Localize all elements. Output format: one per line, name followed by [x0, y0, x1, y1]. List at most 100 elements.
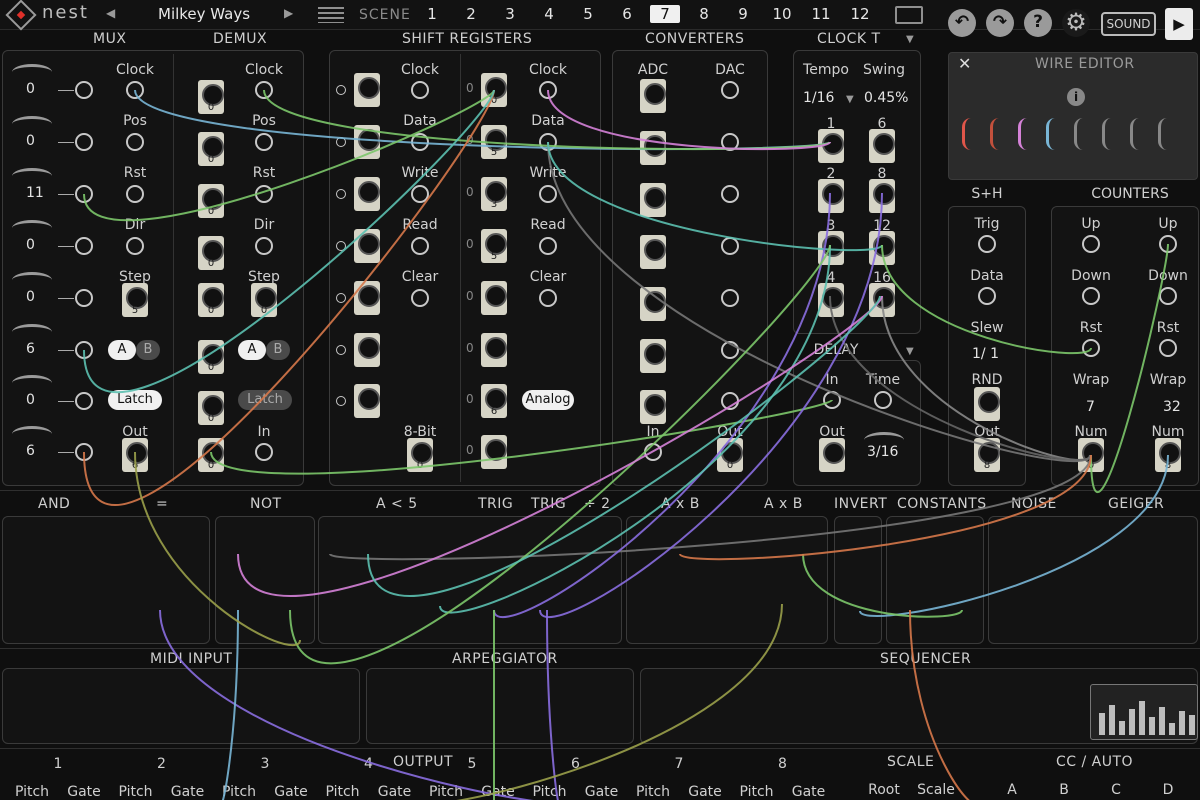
undo-icon[interactable]: ↶ — [948, 9, 976, 37]
scene-button-3[interactable]: 3 — [495, 5, 525, 23]
mux-input-port[interactable] — [75, 81, 93, 99]
mux-port[interactable] — [126, 81, 144, 99]
shift-port-right[interactable] — [539, 237, 557, 255]
wire-color-swatch[interactable] — [1074, 118, 1092, 150]
sh-trig-port[interactable] — [978, 235, 996, 253]
shift-jack-right[interactable]: 5 — [481, 125, 507, 159]
demux-output-jack[interactable]: 0 — [198, 132, 224, 166]
delay-in-port[interactable] — [823, 391, 841, 409]
mux-input-port[interactable] — [75, 237, 93, 255]
sh-data-port[interactable] — [978, 287, 996, 305]
scene-button-11[interactable]: 11 — [806, 5, 836, 23]
counter-wrap-value[interactable]: 7 — [1086, 399, 1095, 415]
dac-port[interactable] — [721, 133, 739, 151]
sequencer-bar[interactable] — [1189, 715, 1195, 735]
scene-button-10[interactable]: 10 — [767, 5, 797, 23]
settings-gear-icon[interactable]: ⚙ — [1062, 9, 1090, 37]
delay-out-jack[interactable] — [819, 438, 845, 472]
clock-div-jack[interactable] — [869, 179, 895, 213]
shift-port-left[interactable] — [411, 237, 429, 255]
mux-input-port[interactable] — [75, 185, 93, 203]
mux-knob-arc[interactable] — [12, 168, 52, 184]
less-than-header[interactable]: A < 5 — [376, 496, 418, 512]
adc-jack[interactable] — [640, 235, 666, 269]
latch-toggle[interactable]: Latch — [238, 390, 292, 410]
adc-jack[interactable] — [640, 287, 666, 321]
shift-port-left[interactable] — [411, 289, 429, 307]
demux-port[interactable] — [255, 133, 273, 151]
scene-button-4[interactable]: 4 — [534, 5, 564, 23]
scene-button-9[interactable]: 9 — [728, 5, 758, 23]
scene-button-6[interactable]: 6 — [612, 5, 642, 23]
next-patch-icon[interactable]: ▶ — [284, 6, 293, 20]
shift-port-left[interactable] — [411, 185, 429, 203]
ab-toggle-b[interactable]: B — [136, 340, 160, 360]
demux-step-jack[interactable]: 0 — [251, 283, 277, 317]
mux-row-value[interactable]: 0 — [26, 392, 35, 408]
sequencer-bar[interactable] — [1119, 721, 1125, 735]
demux-output-jack[interactable]: 0 — [198, 438, 224, 472]
mux-row-value[interactable]: 0 — [26, 133, 35, 149]
adc-jack[interactable] — [640, 183, 666, 217]
sequencer-bar-display[interactable] — [1090, 684, 1198, 740]
demux-in-port[interactable] — [255, 443, 273, 461]
scene-button-12[interactable]: 12 — [845, 5, 875, 23]
patch-name[interactable]: Milkey Ways — [158, 5, 250, 23]
mux-row-value[interactable]: 6 — [26, 341, 35, 357]
shift-port-right[interactable] — [539, 289, 557, 307]
shift-port-right[interactable] — [539, 81, 557, 99]
adc-in-port[interactable] — [644, 443, 662, 461]
shift-port-left[interactable] — [411, 81, 429, 99]
shift-jack-left[interactable] — [354, 384, 380, 418]
prev-patch-icon[interactable]: ◀ — [106, 6, 115, 20]
shift-port-right[interactable] — [539, 133, 557, 151]
mux-row-value[interactable]: 0 — [26, 81, 35, 97]
demux-output-jack[interactable]: 0 — [198, 283, 224, 317]
clock-div-jack[interactable] — [869, 283, 895, 317]
sequencer-bar[interactable] — [1179, 711, 1185, 735]
demux-output-jack[interactable]: 0 — [198, 80, 224, 114]
sequencer-bar[interactable] — [1159, 707, 1165, 735]
sequencer-bar[interactable] — [1149, 717, 1155, 735]
mux-input-port[interactable] — [75, 133, 93, 151]
mux-input-port[interactable] — [75, 341, 93, 359]
counter-num-jack[interactable]: 8 — [1155, 438, 1181, 472]
shift-jack-right[interactable]: 0 — [481, 73, 507, 107]
mux-row-value[interactable]: 6 — [26, 443, 35, 459]
adc-jack[interactable] — [640, 79, 666, 113]
demux-output-jack[interactable]: 0 — [198, 236, 224, 270]
counter-up-port[interactable] — [1082, 235, 1100, 253]
shift-jack-right[interactable]: 6 — [481, 384, 507, 418]
ab-toggle-a[interactable]: A — [108, 340, 136, 360]
sequencer-bar[interactable] — [1169, 723, 1175, 735]
clock-div-jack[interactable] — [818, 283, 844, 317]
dac-port[interactable] — [721, 392, 739, 410]
counter-rst-port[interactable] — [1082, 339, 1100, 357]
close-icon[interactable]: ✕ — [958, 54, 971, 73]
shift-jack-right[interactable] — [481, 333, 507, 367]
mux-row-value[interactable]: 11 — [26, 185, 44, 201]
shift-jack-left[interactable] — [354, 125, 380, 159]
clock-div-jack[interactable] — [818, 231, 844, 265]
demux-port[interactable] — [255, 81, 273, 99]
mux-knob-arc[interactable] — [12, 64, 52, 80]
demux-output-jack[interactable]: 0 — [198, 340, 224, 374]
demux-output-jack[interactable]: 0 — [198, 184, 224, 218]
sequencer-bar[interactable] — [1109, 705, 1115, 735]
mux-input-port[interactable] — [75, 392, 93, 410]
mux-port[interactable] — [126, 237, 144, 255]
wire-color-swatch[interactable] — [1102, 118, 1120, 150]
clock-header[interactable]: CLOCK T — [817, 31, 881, 47]
demux-port[interactable] — [255, 237, 273, 255]
shift-jack-left[interactable] — [354, 281, 380, 315]
scene-button-1[interactable]: 1 — [417, 5, 447, 23]
scene-button-2[interactable]: 2 — [456, 5, 486, 23]
clock-div-jack[interactable] — [869, 231, 895, 265]
counter-wrap-value[interactable]: 32 — [1163, 399, 1181, 415]
wire-color-swatch[interactable] — [1018, 118, 1036, 150]
shift-jack-left[interactable] — [354, 333, 380, 367]
mux-knob-arc[interactable] — [12, 324, 52, 340]
mux-input-port[interactable] — [75, 443, 93, 461]
delay-time-port[interactable] — [874, 391, 892, 409]
mux-step-jack[interactable]: 5 — [122, 283, 148, 317]
